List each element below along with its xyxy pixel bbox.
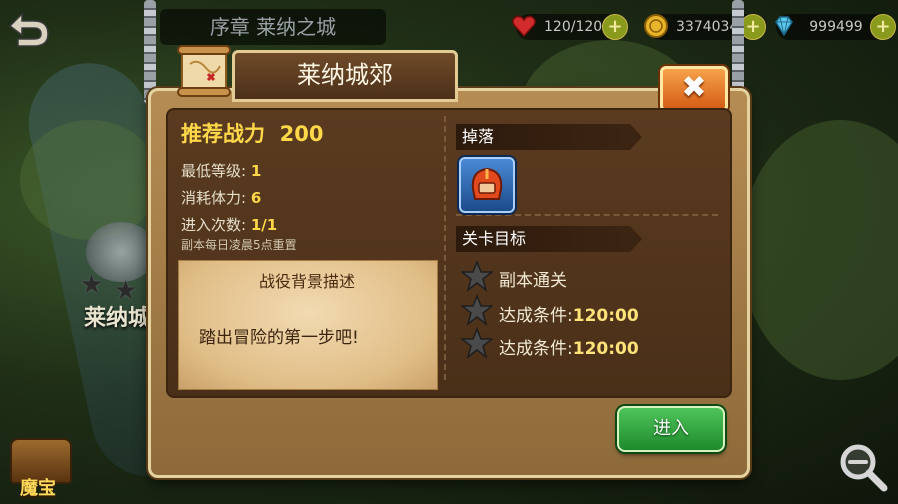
stage-label: 莱纳城: [84, 306, 151, 331]
recommended-power: 推荐战力 200: [181, 122, 324, 146]
enter-button[interactable]: 进入: [617, 406, 725, 452]
add-hp-button[interactable]: +: [602, 14, 628, 40]
story-title: 战役背景描述: [258, 272, 355, 291]
diamond-icon: [775, 16, 793, 37]
close-icon: ✖: [681, 70, 707, 105]
close-button[interactable]: ✖: [660, 66, 728, 112]
star-icon: [461, 327, 493, 359]
star-icon: ★: [80, 270, 104, 300]
map-hill: [20, 120, 160, 240]
entry-count: 进入次数: 1/1: [181, 216, 278, 234]
goals-header: 关卡目标: [456, 226, 642, 252]
map-hill: [740, 120, 898, 380]
hp-counter: 120/120 +: [512, 14, 628, 40]
stamina-cost: 消耗体力: 6: [181, 189, 262, 207]
add-gems-button[interactable]: +: [870, 14, 896, 40]
back-arrow-icon: [8, 12, 49, 47]
star-icon: [461, 294, 493, 326]
heart-icon: [512, 15, 536, 38]
goal-item: 达成条件:120:00: [499, 339, 639, 359]
min-level: 最低等级: 1: [181, 162, 262, 180]
goal-item: 副本通关: [499, 271, 567, 291]
star-icon: [461, 260, 493, 292]
chest-label: 魔宝: [20, 478, 56, 499]
helmet-icon: [471, 167, 503, 200]
goal-item: 达成条件:120:00: [499, 306, 639, 326]
scroll-map-icon: [174, 44, 234, 98]
zoom-out-button[interactable]: [834, 438, 892, 496]
drops-header: 掉落: [456, 124, 642, 150]
story-text: 踏出冒险的第一步吧!: [199, 328, 359, 348]
chapter-title: 序章 莱纳之城: [160, 9, 386, 45]
treasure-chest-button[interactable]: 魔宝: [6, 430, 76, 500]
magnifier-minus-icon: [840, 444, 888, 492]
gem-counter: 999499 +: [775, 14, 896, 40]
dialog-title: 莱纳城郊: [232, 50, 458, 102]
back-button[interactable]: [4, 8, 52, 48]
drop-item-slot[interactable]: [459, 157, 515, 213]
reset-note: 副本每日凌晨5点重置: [181, 238, 297, 252]
column-divider: [444, 116, 446, 380]
gold-coin-icon: [644, 14, 668, 38]
